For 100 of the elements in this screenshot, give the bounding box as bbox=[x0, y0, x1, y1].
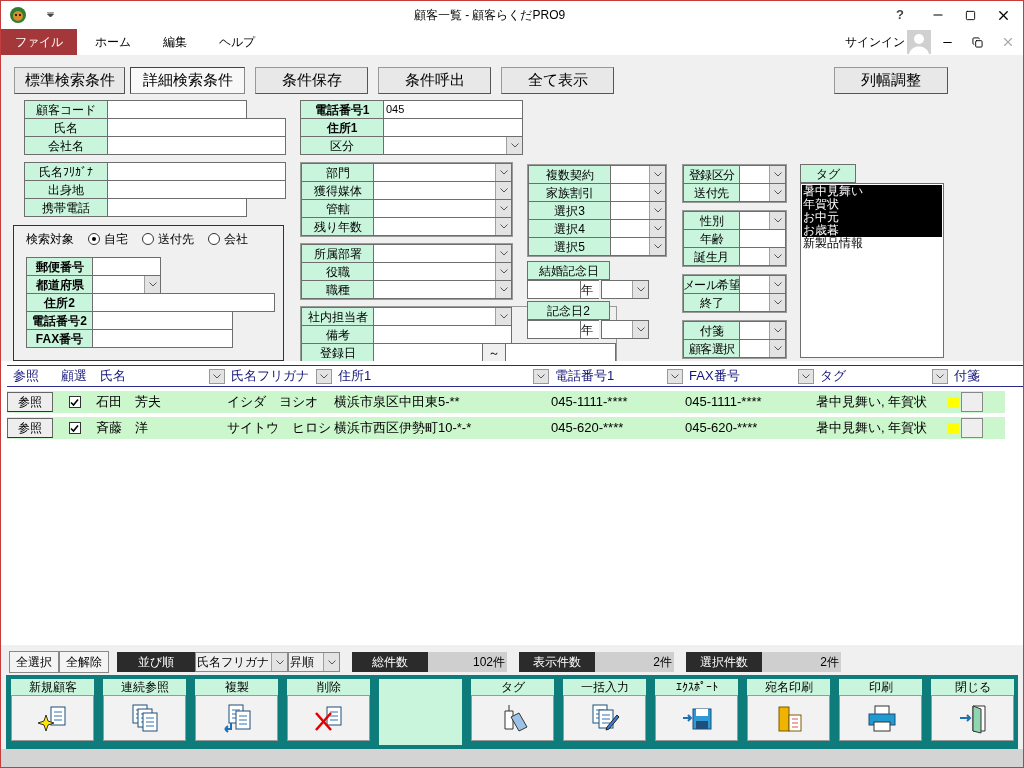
action-button[interactable] bbox=[563, 695, 646, 741]
toolbar-button[interactable]: 列幅調整 bbox=[834, 67, 948, 94]
tag-list-item[interactable]: お歳暮 bbox=[802, 224, 942, 237]
action-label: ｴｸｽﾎﾟｰﾄ bbox=[655, 679, 738, 695]
sticky-note-button[interactable] bbox=[961, 392, 983, 412]
quick-access-caret-icon[interactable] bbox=[47, 12, 54, 18]
input-field[interactable] bbox=[527, 280, 581, 299]
table-cell: サイトウ ヒロシ bbox=[227, 420, 331, 436]
select-button[interactable]: 全選択 bbox=[9, 651, 59, 673]
column-header[interactable]: タグ bbox=[820, 366, 932, 386]
table-row[interactable]: 参照 斉藤 洋 サイトウ ヒロシ 横浜市西区伊勢町10-*-* 045-620-**** 045-620-**** 暑中見舞い, 年賀状 bbox=[7, 417, 1005, 439]
column-header[interactable]: 住所1 bbox=[338, 366, 533, 386]
radio-option[interactable]: 自宅 bbox=[88, 229, 128, 248]
column-header[interactable]: 氏名 bbox=[100, 366, 209, 386]
menu-tab[interactable]: ファイル bbox=[1, 29, 77, 55]
menu-tab[interactable]: ヘルプ bbox=[205, 29, 269, 55]
year-unit: 年 bbox=[581, 320, 599, 339]
radio-button[interactable] bbox=[208, 232, 220, 245]
dropdown-field[interactable] bbox=[383, 136, 523, 155]
tag-list-item[interactable]: 年賀状 bbox=[802, 198, 942, 211]
filter-dropdown-icon[interactable] bbox=[932, 368, 948, 384]
restore-icon[interactable] bbox=[972, 36, 983, 48]
column-header[interactable]: FAX番号 bbox=[689, 366, 798, 386]
sticky-note-button[interactable] bbox=[961, 418, 983, 438]
dropdown-field[interactable] bbox=[373, 280, 512, 299]
dropdown-field[interactable] bbox=[739, 183, 786, 202]
year-unit: 年 bbox=[581, 280, 599, 299]
checkbox[interactable] bbox=[68, 396, 81, 408]
table-cell: 暑中見舞い, 年賀状 bbox=[816, 420, 928, 436]
dropdown-field[interactable] bbox=[601, 280, 649, 299]
view-button[interactable]: 参照 bbox=[7, 418, 53, 438]
table-cell: イシダ ヨシオ bbox=[227, 394, 318, 410]
radio-button[interactable] bbox=[88, 232, 100, 245]
sign-in-link[interactable]: サインイン bbox=[845, 33, 905, 51]
maximize-icon[interactable] bbox=[965, 9, 976, 21]
input-field[interactable] bbox=[107, 180, 286, 199]
toolbar-button[interactable]: 条件呼出 bbox=[378, 67, 491, 94]
filter-dropdown-icon[interactable] bbox=[316, 368, 332, 384]
dropdown-field[interactable] bbox=[601, 320, 649, 339]
input-field[interactable] bbox=[527, 320, 581, 339]
chevron-down-icon bbox=[271, 653, 287, 671]
sort-field-dropdown[interactable]: 氏名フリガナ bbox=[195, 652, 288, 672]
dropdown-field[interactable] bbox=[739, 247, 786, 266]
tag-list-item[interactable]: 暑中見舞い bbox=[802, 185, 942, 198]
sort-order-dropdown[interactable]: 昇順 bbox=[288, 652, 340, 672]
select-button[interactable]: 全解除 bbox=[59, 651, 109, 673]
field-label: 携帯電話 bbox=[24, 198, 108, 217]
action-label: 連続参照 bbox=[103, 679, 186, 695]
dropdown-field[interactable] bbox=[739, 293, 786, 312]
toolbar-button[interactable]: 詳細検索条件 bbox=[130, 67, 245, 94]
dropdown-field[interactable] bbox=[739, 339, 786, 358]
table-row[interactable]: 参照 石田 芳夫 イシダ ヨシオ 横浜市泉区中田東5-** 045-1111-**** 045-1111-**** 暑中見舞い, 年賀状 bbox=[7, 391, 1005, 413]
help-button[interactable]: ? bbox=[885, 5, 915, 25]
filter-dropdown-icon[interactable] bbox=[667, 368, 683, 384]
input-field[interactable] bbox=[107, 198, 247, 217]
action-button[interactable] bbox=[839, 695, 922, 741]
radio-option[interactable]: 送付先 bbox=[142, 229, 194, 248]
action-button[interactable] bbox=[287, 695, 370, 741]
toolbar-button[interactable]: 標準検索条件 bbox=[14, 67, 125, 94]
input-field[interactable] bbox=[92, 293, 275, 312]
action-button[interactable] bbox=[655, 695, 738, 741]
tag-list-item[interactable]: お中元 bbox=[802, 211, 942, 224]
tag-list[interactable]: 暑中見舞い 年賀状 お中元 お歳暮 新製品情報 bbox=[800, 183, 944, 358]
filter-dropdown-icon[interactable] bbox=[533, 368, 549, 384]
action-label: タグ bbox=[471, 679, 554, 695]
field-label: 記念日2 bbox=[527, 301, 610, 320]
column-header[interactable]: 顧選 bbox=[61, 366, 94, 386]
radio-option[interactable]: 会社 bbox=[208, 229, 248, 248]
table-cell: 横浜市泉区中田東5-** bbox=[334, 394, 460, 410]
window-title: 顧客一覧 - 顧客らくだPRO9 bbox=[412, 7, 567, 24]
input-field[interactable] bbox=[107, 136, 286, 155]
field-label: FAX番号 bbox=[26, 329, 93, 348]
toolbar-button[interactable]: 全て表示 bbox=[501, 67, 614, 94]
dropdown-field[interactable] bbox=[610, 237, 666, 256]
column-header[interactable]: 付箋 bbox=[954, 366, 1005, 386]
checkbox[interactable] bbox=[68, 422, 81, 434]
input-field[interactable] bbox=[92, 329, 233, 348]
menu-tab[interactable]: ホーム bbox=[81, 29, 145, 55]
column-header[interactable]: 電話番号1 bbox=[555, 366, 667, 386]
radio-button[interactable] bbox=[142, 232, 154, 245]
filter-dropdown-icon[interactable] bbox=[209, 368, 225, 384]
table-cell: 斉藤 洋 bbox=[96, 420, 148, 436]
count-label: 選択件数 bbox=[686, 652, 762, 672]
chevron-down-icon bbox=[506, 137, 522, 154]
chevron-down-icon bbox=[323, 653, 339, 671]
toolbar-button[interactable]: 条件保存 bbox=[255, 67, 368, 94]
menu-tab[interactable]: 編集 bbox=[149, 29, 201, 55]
input-field[interactable] bbox=[373, 325, 512, 344]
table-cell: 石田 芳夫 bbox=[96, 394, 161, 410]
dropdown-field[interactable] bbox=[373, 217, 512, 236]
action-label: 新規顧客 bbox=[11, 679, 94, 695]
field-label: 職種 bbox=[301, 280, 374, 299]
column-header[interactable]: 氏名フリガナ bbox=[231, 366, 316, 386]
action-button[interactable] bbox=[931, 695, 1014, 741]
field-label: 会社名 bbox=[24, 136, 108, 155]
field-label: タグ bbox=[800, 164, 856, 183]
view-button[interactable]: 参照 bbox=[7, 392, 53, 412]
filter-dropdown-icon[interactable] bbox=[798, 368, 814, 384]
column-header[interactable]: 参照 bbox=[13, 366, 55, 386]
search-scope-label: 検索対象 bbox=[26, 230, 74, 248]
